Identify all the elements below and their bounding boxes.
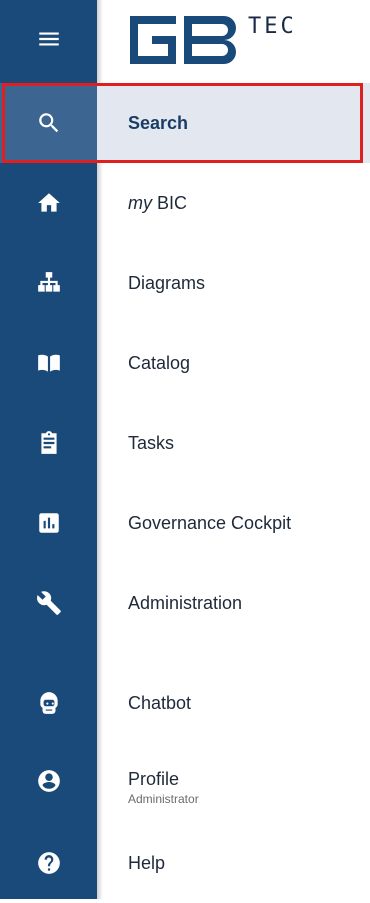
- nav-sublabel-profile: Administrator: [128, 791, 199, 806]
- robot-icon: [39, 692, 58, 714]
- mybic-prefix: my: [128, 192, 152, 213]
- menu-icon: [38, 32, 59, 46]
- nav-label-chatbot: Chatbot: [128, 692, 192, 713]
- rail-tasks-button[interactable]: [0, 403, 97, 483]
- logo-tec-text: TEC: [248, 14, 297, 39]
- nav-label-catalog: Catalog: [128, 352, 191, 373]
- rail-diagrams-button[interactable]: [0, 243, 97, 323]
- wrench-icon: [36, 591, 61, 615]
- clipboard-icon: [40, 431, 57, 454]
- rail-administration-button[interactable]: [0, 563, 97, 643]
- nav-label-diagrams: Diagrams: [128, 272, 206, 293]
- mybic-label: BIC: [157, 192, 188, 213]
- nav-item-profile[interactable]: Profile Administrator: [97, 747, 370, 827]
- nav-item-chatbot[interactable]: Chatbot: [97, 663, 370, 743]
- rail-governance-button[interactable]: [0, 483, 97, 563]
- nav-item-tasks[interactable]: Tasks: [97, 403, 370, 483]
- nav-item-governance[interactable]: Governance Cockpit: [97, 483, 370, 563]
- nav-label-profile: Profile: [128, 768, 180, 789]
- search-icon: [38, 113, 58, 133]
- nav-label-governance: Governance Cockpit: [128, 512, 292, 533]
- nav-label-search: Search: [128, 112, 189, 133]
- nav-label-tasks: Tasks: [128, 432, 175, 453]
- nav-item-diagrams[interactable]: Diagrams: [97, 243, 370, 323]
- book-icon: [37, 354, 60, 372]
- chart-icon: [38, 513, 59, 533]
- nav-label-help: Help: [128, 852, 166, 873]
- sitemap-icon: [37, 272, 60, 292]
- home-icon: [37, 193, 60, 212]
- nav-item-catalog[interactable]: Catalog: [97, 323, 370, 403]
- help-icon: [37, 852, 60, 874]
- rail-help-button[interactable]: [0, 823, 97, 903]
- nav-item-administration[interactable]: Administration: [97, 563, 370, 643]
- rail-search-button[interactable]: [0, 83, 97, 163]
- nav-item-help[interactable]: Help: [97, 823, 370, 903]
- nav-item-search[interactable]: Search: [97, 83, 370, 163]
- nav-label-mybic: my BIC: [128, 193, 370, 214]
- nav-label-administration: Administration: [128, 592, 243, 613]
- nav-item-mybic[interactable]: my BIC: [97, 163, 370, 243]
- hamburger-menu-button[interactable]: [0, 0, 97, 78]
- rail-home-button[interactable]: [0, 163, 97, 243]
- rail-catalog-button[interactable]: [0, 323, 97, 403]
- account-icon: [37, 770, 60, 792]
- rail-chatbot-button[interactable]: [0, 663, 97, 743]
- rail-profile-button[interactable]: [0, 741, 97, 821]
